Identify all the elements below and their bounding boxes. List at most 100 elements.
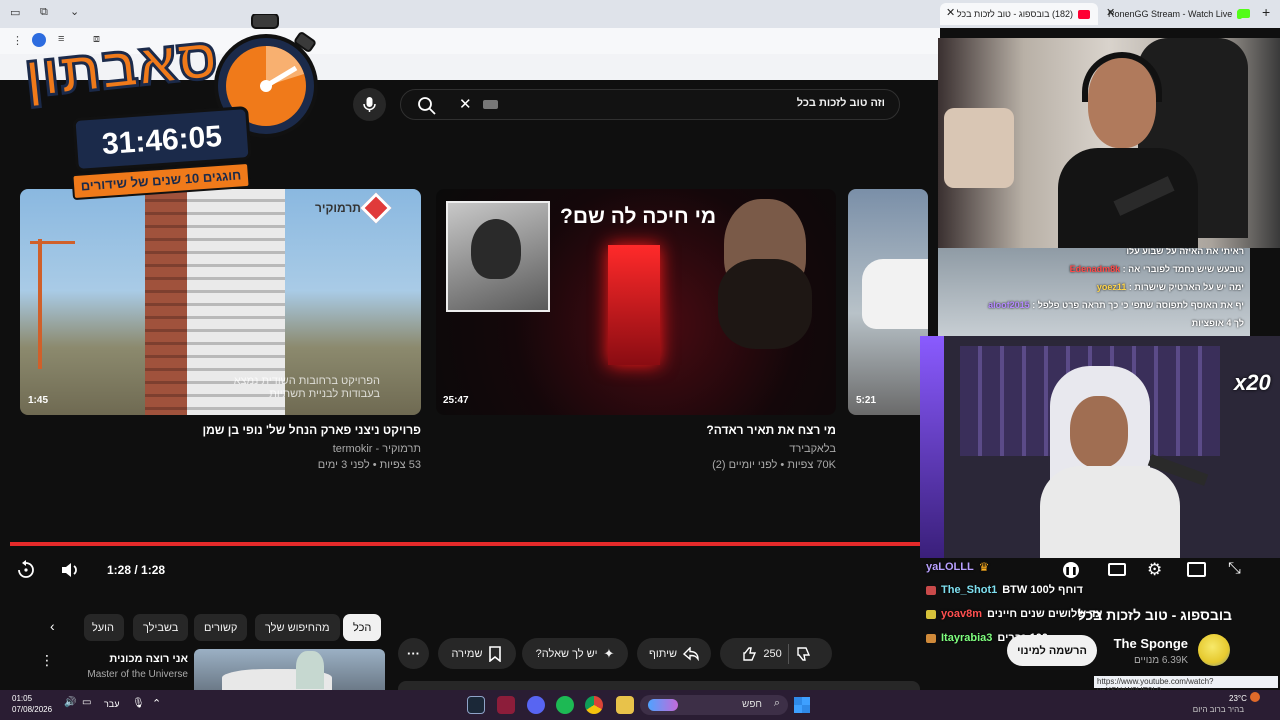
- search-input[interactable]: וזה טוב לזכות בכל: [797, 97, 885, 109]
- led-strip-shape: [920, 336, 944, 558]
- close-tab-icon[interactable]: ✕: [946, 6, 955, 19]
- related-thumbnail[interactable]: [194, 649, 385, 690]
- replay-button[interactable]: [16, 560, 36, 580]
- taskbar-weather-text[interactable]: בהיר ברוב היום: [1193, 705, 1244, 714]
- chat-line: לך 4 אופציות: [1191, 318, 1244, 328]
- video-duration: 1:45: [28, 395, 49, 406]
- stream-chat-list: yaLOLLL ♛ The_Shot1 דוחף ל100 BTW yoav8m…: [920, 558, 1280, 650]
- close-tab-icon[interactable]: ✕: [1106, 6, 1115, 19]
- chip[interactable]: מהחיפוש שלך: [255, 614, 340, 641]
- thumbs-up-icon: [743, 646, 757, 661]
- webcam-bottom: x20: [920, 336, 1280, 558]
- mic-tray-icon[interactable]: 🎙: [132, 698, 145, 709]
- share-button[interactable]: שיתוף: [637, 638, 711, 669]
- channel-name[interactable]: The Sponge: [1114, 636, 1188, 651]
- tab-ronengg[interactable]: RonenGG Stream - Watch Live: [1100, 3, 1250, 25]
- chip[interactable]: בשבילך: [133, 614, 189, 641]
- related-channel[interactable]: Master of the Universe: [87, 669, 188, 680]
- video-card[interactable]: מי חיכה לה שם? 25:47: [436, 189, 836, 415]
- ask-label: יש לך שאלה?: [535, 647, 598, 660]
- chip[interactable]: קשורים: [194, 614, 248, 641]
- video-card[interactable]: 5:21: [848, 189, 928, 415]
- volume-tray-icon[interactable]: 🔊: [64, 697, 76, 708]
- windows-start-icon[interactable]: [794, 697, 810, 713]
- volume-button[interactable]: [60, 560, 82, 580]
- voice-search-button[interactable]: [353, 88, 386, 121]
- chat-badge-icon: [926, 633, 936, 643]
- more-actions-button[interactable]: ···: [398, 638, 429, 669]
- subscribe-button[interactable]: הרשמה למינוי: [1007, 635, 1097, 666]
- chat-line: יף את האוסף לתפוסה שתפי כי כך תראה פרט פ…: [988, 300, 1244, 310]
- replay-icon: [18, 560, 34, 578]
- like-button[interactable]: [741, 646, 757, 662]
- taskbar-time[interactable]: 01:05: [12, 694, 32, 703]
- description-box[interactable]: [398, 681, 920, 690]
- stream-chat-overlay: ראיתי את האיזה על שבוע עלו טובעש שיש נחמ…: [938, 248, 1250, 336]
- search-icon: ⌕: [773, 697, 780, 709]
- thumbnail-overlay-text: הפרויקט ברחובות השודית נמצא בעבודות לבני…: [233, 375, 380, 400]
- red-door-shape: [608, 245, 660, 365]
- taskbar-search[interactable]: חפש ⌕: [640, 695, 788, 715]
- keyboard-icon[interactable]: [483, 100, 498, 109]
- video-card[interactable]: תרמוקיר הפרויקט ברחובות השודית נמצא בעבו…: [20, 189, 421, 415]
- chat-row: The_Shot1 דוחף ל100 BTW: [926, 584, 1083, 596]
- related-title[interactable]: אני רוצה מכונית: [109, 653, 188, 665]
- tab-ronengg-label: RonenGG Stream - Watch Live: [1108, 9, 1233, 19]
- progress-bar[interactable]: [10, 542, 920, 546]
- volume-icon: [62, 563, 77, 577]
- diamond-icon: [360, 192, 392, 224]
- file-explorer-icon[interactable]: [616, 696, 634, 714]
- tray-chevron-icon[interactable]: ⌃: [152, 697, 161, 710]
- streamer-body-shape: [1040, 466, 1180, 558]
- chip[interactable]: הועל: [84, 614, 124, 641]
- video-title[interactable]: מי רצח את תאיר ראדה?: [706, 423, 836, 437]
- chrome-icon[interactable]: [585, 696, 603, 714]
- chat-row: yaLOLLL ♛: [926, 560, 989, 574]
- streamer-head-shape: [1070, 396, 1128, 468]
- taskbar-lang[interactable]: עבר: [104, 699, 119, 709]
- taskbar-weather-temp[interactable]: 23°C: [1229, 694, 1247, 703]
- crane-shape: [30, 241, 75, 244]
- video-duration: 5:21: [856, 395, 877, 406]
- taskbar-search-label: חפש: [742, 699, 762, 710]
- discord-icon[interactable]: [527, 696, 545, 714]
- video-title[interactable]: פרויקט ניצני פארק הנחל של' נופי בן שמן: [202, 423, 421, 437]
- share-label: שיתוף: [649, 647, 677, 660]
- stream-video-title: בובספוג - טוב לזכות בכל: [1077, 607, 1232, 623]
- microphone-icon: [363, 97, 376, 112]
- spotify-icon[interactable]: [556, 696, 574, 714]
- notification-badge[interactable]: [1250, 692, 1260, 702]
- ask-button[interactable]: ✦ יש לך שאלה?: [522, 638, 628, 669]
- new-tab-icon[interactable]: +: [1262, 4, 1270, 20]
- tab-youtube[interactable]: (182) בובספוג - טוב לזכות בכל: [940, 3, 1098, 25]
- related-kebab-icon[interactable]: ⋮: [40, 652, 54, 669]
- share-icon: [683, 646, 699, 661]
- chip-all[interactable]: הכל: [343, 614, 382, 641]
- like-divider: [787, 643, 789, 664]
- taskbar-date[interactable]: 07/08/2026: [12, 705, 52, 714]
- clear-search-icon[interactable]: ✕: [459, 95, 472, 113]
- link-tooltip: https://www.youtube.com/watch?v=XSNrW9UE…: [1094, 676, 1278, 695]
- crane-shape: [38, 239, 42, 369]
- obs-icon[interactable]: [497, 696, 515, 714]
- portrait-shape: [471, 219, 521, 279]
- video-channel[interactable]: תרמוקיר - termokir: [333, 443, 421, 455]
- save-button[interactable]: שמירה: [438, 638, 516, 669]
- wifi-icon[interactable]: ▭: [82, 697, 91, 708]
- search-icon[interactable]: [417, 96, 437, 116]
- logo-title: סאבתון: [20, 24, 223, 112]
- video-meta: 53 צפיות • לפני 3 ימים: [317, 459, 421, 471]
- subathon-logo: סאבתון 31:46:05 חוגגים 10 שנים של שידורי…: [8, 8, 324, 208]
- chips-next-icon[interactable]: ‹: [50, 618, 55, 634]
- search-box[interactable]: ✕ וזה טוב לזכות בכל: [400, 89, 900, 120]
- dislike-button[interactable]: [795, 646, 811, 662]
- video-thumbnail: [145, 189, 187, 415]
- car-shape: [862, 259, 928, 329]
- video-channel[interactable]: בלאקבירד: [789, 443, 836, 455]
- sparkle-icon: ✦: [603, 645, 615, 661]
- channel-avatar[interactable]: [1198, 634, 1230, 666]
- steam-icon[interactable]: [467, 696, 485, 714]
- bookmark-icon: [489, 645, 502, 662]
- chat-user: yaLOLLL: [926, 561, 974, 573]
- channel-subs: 6.39K מנויים: [1133, 655, 1188, 666]
